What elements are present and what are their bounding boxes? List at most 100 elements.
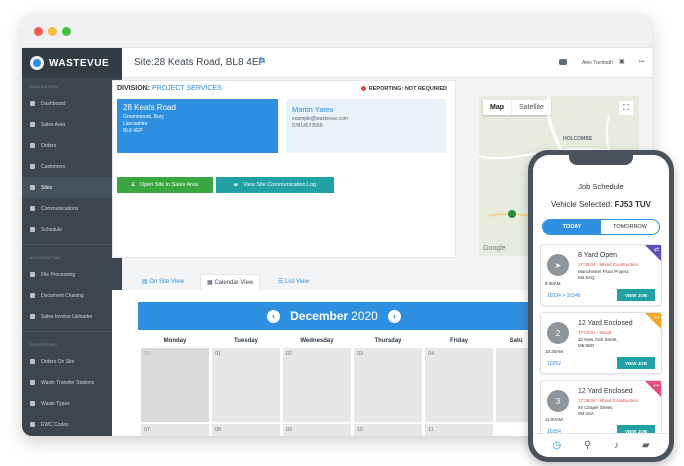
page-title: Site:28 Keats Road, BL8 4EP	[134, 57, 266, 68]
contact-email[interactable]: example@wastevue.com	[292, 116, 440, 123]
sidebar-item-document-chasing[interactable]: Document Chasing	[22, 285, 122, 306]
calendar-day[interactable]: 08	[212, 424, 280, 436]
calendar-day[interactable]	[496, 348, 530, 422]
calendar: ‹ December 2020 › Monday Tuesday Wednesda…	[112, 290, 530, 436]
exchange-icon: ⇄	[653, 247, 659, 253]
minimize-window-button[interactable]	[48, 27, 57, 36]
nav-section-label: NAVIGATION	[30, 84, 59, 89]
prev-month-icon[interactable]: ‹	[267, 309, 281, 323]
calendar-day[interactable]: 04	[425, 348, 493, 422]
sidebar-item-waste-types[interactable]: Waste Types	[22, 393, 122, 414]
tab-label: List View	[285, 279, 309, 285]
sidebar-item-label: Dashboard	[41, 100, 66, 107]
sidebar-item-ewc-codes[interactable]: EWC Codes	[22, 414, 122, 435]
job-waste-type: 17:02:01 - Wood	[578, 330, 612, 335]
job-waste-type: 17:39:04 - Mixed Construction	[578, 262, 639, 267]
address-line-3: Lancashire	[123, 121, 148, 127]
sidebar-item-sales-area[interactable]: Sales Area	[22, 114, 122, 135]
clock-icon[interactable]: ◷	[552, 440, 561, 451]
tab-satellite[interactable]: Satellite	[511, 100, 551, 115]
tab-map[interactable]: Map	[483, 100, 511, 115]
tab-on-site-view[interactable]: ▤ On Site View	[142, 278, 184, 285]
contact-name[interactable]: Martin Yates	[292, 105, 440, 114]
sidebar-item-sales-invoice-uploader[interactable]: Sales Invoice Uploader	[22, 306, 122, 327]
chat-icon[interactable]	[559, 59, 567, 65]
sidebar-item-schedule[interactable]: Schedule	[22, 219, 122, 240]
job-ref: 10334 > 10346	[547, 293, 581, 299]
division-value: PROJECT SERVICES	[152, 85, 222, 92]
view-job-button[interactable]: VIEW JOB	[617, 289, 655, 301]
orders-icon	[30, 143, 35, 148]
calendar-day[interactable]: 11	[425, 424, 493, 436]
calendar-day[interactable]: 07	[141, 424, 209, 436]
bell-icon[interactable]: ♪	[614, 440, 619, 451]
view-job-button[interactable]: VIEW JOB	[617, 357, 655, 369]
calendar-day[interactable]: 10	[354, 424, 422, 436]
user-name[interactable]: Alex Trenbath	[582, 60, 613, 66]
lock-icon[interactable]: ▣	[619, 58, 625, 65]
calendar-day[interactable]: 02	[283, 348, 351, 422]
contact-phone[interactable]: 07814573559	[292, 123, 440, 130]
close-window-button[interactable]	[34, 27, 43, 36]
fullscreen-icon[interactable]: ⛶	[619, 101, 633, 115]
phone-screen: Job Schedule Vehicle Selected: FJ53 TUV …	[533, 155, 669, 457]
calendar-day[interactable]: 09	[283, 424, 351, 436]
site-info-card: DIVISION: PROJECT SERVICES REPORTING: NO…	[112, 80, 456, 258]
calendar-day[interactable]: 03	[354, 348, 422, 422]
sidebar-item-orders-on-site[interactable]: Orders On Site	[22, 351, 122, 372]
list-icon: ☰	[278, 279, 286, 285]
logout-icon[interactable]: ↦	[639, 58, 644, 65]
sidebar-item-dashboard[interactable]: Dashboard	[22, 93, 122, 114]
sidebar-item-customers[interactable]: Customers	[22, 156, 122, 177]
calendar-day[interactable]: 30	[141, 348, 209, 422]
map-pin-icon[interactable]: ⚲	[584, 440, 591, 451]
next-month-icon[interactable]: ›	[387, 309, 401, 323]
address-line-2: Greenmount, Bury	[123, 114, 164, 120]
map-type-tabs: Map Satellite	[483, 100, 551, 115]
sidebar-item-label: Communications	[41, 205, 79, 212]
job-title: 12 Yard Enclosed	[578, 320, 633, 327]
sidebar-item-waste-transfer-stations[interactable]: Waste Transfer Stations	[22, 372, 122, 393]
calendar-day[interactable]: 01	[212, 348, 280, 422]
pencil-icon[interactable]: ✎	[258, 56, 266, 67]
window-titlebar	[22, 14, 652, 48]
day-of-week: Tuesday	[234, 338, 258, 344]
tab-list-view[interactable]: ☰ List View	[278, 278, 309, 285]
sidebar-item-file-processing[interactable]: File Processing	[22, 264, 122, 285]
job-card[interactable]: 2 10:30AM 12 Yard Enclosed 17:02:01 - Wo…	[540, 312, 662, 374]
view-tabs: ▤ On Site View ▦ Calendar View ☰ List Vi…	[112, 270, 530, 290]
tab-calendar-view[interactable]: ▦ Calendar View	[200, 274, 261, 290]
chat-icon	[30, 206, 35, 211]
sidebar-item-label: Schedule	[41, 226, 62, 233]
day-of-week: Thursday	[374, 338, 402, 344]
calendar-month: December	[290, 309, 349, 323]
sidebar-item-sites[interactable]: Sites	[22, 177, 122, 198]
job-card[interactable]: ➤ 9:30AM 8 Yard Open 17:39:04 - Mixed Co…	[540, 244, 662, 306]
open-site-in-sales-area-button[interactable]: £ Open Site in Sales Area	[117, 177, 213, 193]
tab-today[interactable]: TODAY	[543, 220, 601, 234]
recycle-icon	[30, 401, 35, 406]
tab-label: On Site View	[149, 279, 184, 285]
day-of-week: Monday	[163, 338, 187, 344]
sidebar-item-label: Sites	[41, 184, 53, 191]
vehicle-label: Vehicle Selected:	[550, 200, 613, 209]
sidebar-item-communications[interactable]: Communications	[22, 198, 122, 219]
app-logo[interactable]: WASTEVUE	[22, 48, 122, 78]
chat-icon: ▰	[233, 182, 238, 188]
job-time: 11:00AM	[545, 417, 563, 422]
job-number: 2	[547, 322, 569, 344]
vehicle-selected[interactable]: Vehicle Selected: FJ53 TUV	[533, 200, 669, 209]
calendar-header: ‹ December 2020 ›	[138, 302, 530, 330]
sidebar-item-orders[interactable]: Orders	[22, 135, 122, 156]
logo-icon	[30, 56, 44, 70]
sidebar-item-label: Sales Invoice Uploader	[41, 313, 93, 320]
pound-icon: £	[131, 182, 135, 188]
maximize-window-button[interactable]	[62, 27, 71, 36]
navigation-arrow-icon: ➤	[547, 254, 569, 276]
view-site-communication-log-button[interactable]: ▰ View Site Communication Log	[216, 177, 334, 193]
truck-icon[interactable]: ▰	[642, 440, 650, 451]
dashboard-icon	[30, 101, 35, 106]
tab-tomorrow[interactable]: TOMORROW	[601, 220, 659, 234]
job-number: 3	[547, 390, 569, 412]
job-address: Manchester Flour Project,	[578, 269, 630, 274]
